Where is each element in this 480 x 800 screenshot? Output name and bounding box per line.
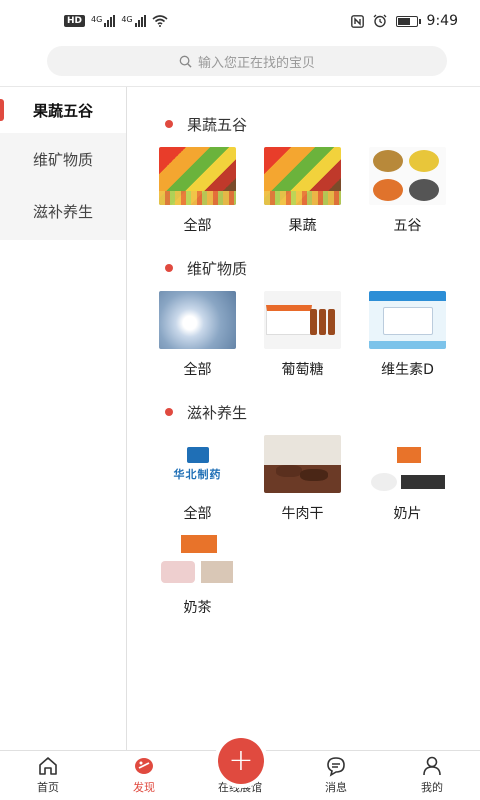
section-grid-minerals: 全部 葡萄糖 维生素D [145,285,475,379]
signal-icon: 4G [91,15,116,27]
section-title-fruits-grains: 果蔬五谷 [145,107,480,141]
message-icon [327,757,345,777]
beef-jerky-image [264,435,341,493]
category-tile-fruits-veg[interactable]: 果蔬 [250,147,355,235]
ncpc-logo: 华北制药 [159,435,236,493]
sidebar-item-minerals[interactable]: 维矿物质 [0,133,126,185]
nav-mine-label: 我的 [421,781,443,794]
bullet-dot [165,120,173,128]
category-tile-vitamin-d[interactable]: 维生素D [355,291,460,379]
home-icon [39,757,57,775]
section-grid-tonic: 华北制药 全部 牛肉干 奶片 奶茶 [145,429,475,617]
grains-image [369,147,446,205]
app-screen: HD 4G 4G 9:49 输入您正在找的宝贝 果蔬五谷 维矿物质 滋补养生 果… [0,0,480,800]
nav-home[interactable]: 首页 [0,751,96,800]
battery-level [397,17,410,25]
nav-mine[interactable]: 我的 [384,751,480,800]
milk-tea-image [159,529,236,587]
sidebar-item-fruits-grains[interactable]: 果蔬五谷 [0,87,126,133]
sidebar-item-tonic[interactable]: 滋补养生 [0,185,126,237]
signal-icon-2: 4G [121,15,146,27]
nav-home-label: 首页 [37,781,59,794]
vitamin-d-product-image [369,291,446,349]
alarm-icon [373,14,387,28]
sidebar-item-label: 果蔬五谷 [32,101,93,120]
nav-messages-label: 消息 [325,781,347,794]
sidebar-item-label: 滋补养生 [32,202,93,221]
category-tile-all-fruits[interactable]: 全部 [145,147,250,235]
status-bar: HD 4G 4G 9:49 [0,0,480,42]
search-bar[interactable]: 输入您正在找的宝贝 [47,46,447,76]
status-right: 9:49 [350,13,458,29]
category-tile-milk-tea[interactable]: 奶茶 [145,529,250,617]
add-exhibit-button[interactable]: + [218,738,264,784]
nav-messages[interactable]: 消息 [288,751,384,800]
category-tile-glucose[interactable]: 葡萄糖 [250,291,355,379]
status-left: HD 4G 4G [64,15,168,27]
category-tile-beef-jerky[interactable]: 牛肉干 [250,435,355,523]
section-grid-fruits-grains: 全部 果蔬 五谷 [145,141,475,235]
category-content: 果蔬五谷 全部 果蔬 五谷 维矿物质 全部 葡萄糖 维生素D 滋补养生 华北制药… [127,87,480,750]
fruits-vegetables-image [159,147,236,205]
bullet-dot [165,264,173,272]
nav-discover-label: 发现 [133,781,155,794]
fruits-vegetables-image [264,147,341,205]
category-tile-milk-tablet[interactable]: 奶片 [355,435,460,523]
network-type-label-2: 4G [121,15,133,24]
category-sidebar: 果蔬五谷 维矿物质 滋补养生 [0,87,126,750]
clock: 9:49 [426,13,458,29]
category-tile-all-minerals[interactable]: 全部 [145,291,250,379]
category-tile-grains[interactable]: 五谷 [355,147,460,235]
crystal-image [159,291,236,349]
plus-icon: + [228,743,254,778]
search-icon [179,55,192,68]
search-placeholder: 输入您正在找的宝贝 [197,55,315,71]
glucose-product-image [264,291,341,349]
discover-icon [135,758,153,774]
user-icon [423,756,441,776]
hd-badge: HD [64,15,86,27]
network-type-label: 4G [91,15,103,24]
bullet-dot [165,408,173,416]
nfc-icon [350,14,364,28]
section-title-minerals: 维矿物质 [145,251,480,285]
sidebar-item-label: 维矿物质 [32,150,93,169]
milk-tablet-image [369,435,446,493]
category-tile-all-tonic[interactable]: 华北制药 全部 [145,435,250,523]
wifi-icon [152,15,168,27]
nav-discover[interactable]: 发现 [96,751,192,800]
section-title-tonic: 滋补养生 [145,395,480,429]
battery-icon [395,15,421,27]
